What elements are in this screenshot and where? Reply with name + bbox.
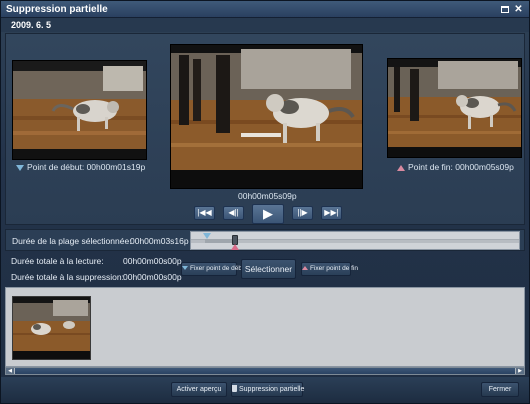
- transport-controls: |◀◀ ◀|| ▶ ||▶ ▶▶|: [194, 204, 344, 224]
- maximize-button[interactable]: [499, 4, 510, 15]
- scroll-right-icon: ▶: [518, 368, 522, 374]
- skip-to-start-button[interactable]: |◀◀: [194, 206, 215, 220]
- set-end-point-label: Fixer point de fin: [310, 265, 359, 272]
- skip-to-end-icon: ▶▶|: [324, 208, 339, 217]
- start-point-frame: [12, 60, 147, 160]
- horizontal-scrollbar[interactable]: ◀ ▶: [5, 367, 525, 375]
- play-icon: ▶: [263, 206, 273, 221]
- skip-to-end-button[interactable]: ▶▶|: [321, 206, 342, 220]
- selection-thumbnail[interactable]: [12, 296, 91, 360]
- end-marker-icon[interactable]: [231, 244, 239, 250]
- trash-icon: [232, 385, 237, 392]
- set-end-point-button[interactable]: Fixer point de fin: [301, 262, 358, 276]
- start-point-time: 00h00m01s19p: [86, 162, 146, 172]
- end-marker-icon: [397, 164, 405, 171]
- scroll-left-icon: ◀: [8, 368, 12, 374]
- partial-delete-window: Suppression partielle ✕ 2009. 6. 5 Point…: [0, 0, 530, 404]
- title-bar: Suppression partielle ✕: [1, 1, 529, 18]
- recording-date: 2009. 6. 5: [11, 20, 52, 30]
- main-preview-frame: [170, 44, 363, 189]
- timeline-track: [191, 239, 519, 243]
- date-bar: 2009. 6. 5: [1, 18, 529, 32]
- frame-forward-button[interactable]: ||▶: [292, 206, 313, 220]
- totals-panel: Durée totale à la lecture: 00h00m00s00p …: [5, 253, 525, 285]
- play-button[interactable]: ▶: [252, 204, 284, 224]
- start-marker-icon: [16, 164, 24, 171]
- end-point-frame: [387, 58, 522, 158]
- end-point-time: 00h00m05s09p: [455, 162, 514, 172]
- scroll-right-button[interactable]: ▶: [516, 368, 524, 374]
- selection-list: [5, 287, 525, 367]
- frame-forward-icon: ||▶: [297, 208, 308, 217]
- maximize-icon: [500, 6, 509, 13]
- partial-delete-label: Suppression partielle: [239, 386, 305, 393]
- deletion-total-value: 00h00m00s00p: [123, 272, 182, 282]
- partial-delete-button[interactable]: Suppression partielle: [231, 382, 305, 397]
- frame-back-icon: ◀||: [228, 208, 239, 217]
- start-point-text: Point de début:: [27, 162, 85, 172]
- frame-back-button[interactable]: ◀||: [223, 206, 244, 220]
- deletion-total-label: Durée totale à la suppression:: [11, 272, 124, 282]
- playback-total-value: 00h00m00s00p: [123, 256, 182, 266]
- close-window-button[interactable]: ✕: [513, 4, 524, 15]
- set-start-point-button[interactable]: Fixer point de début: [181, 262, 247, 276]
- set-start-point-label: Fixer point de début: [190, 265, 248, 272]
- skip-to-start-icon: |◀◀: [197, 208, 212, 217]
- range-duration-value: 00h00m03s16p: [130, 236, 189, 246]
- end-point-label: Point de fin: 00h00m05s09p: [397, 162, 514, 172]
- end-marker-icon: [302, 266, 308, 271]
- scroll-left-button[interactable]: ◀: [6, 368, 14, 374]
- range-bar: Durée de la plage sélectionnée: 00h00m03…: [5, 229, 525, 251]
- start-marker-icon: [182, 266, 188, 271]
- close-button[interactable]: Fermer: [481, 382, 519, 397]
- preview-panel: Point de début: 00h00m01s19p 00h00m05s09…: [5, 33, 525, 225]
- window-title: Suppression partielle: [6, 4, 108, 15]
- range-duration-label: Durée de la plage sélectionnée:: [12, 236, 132, 246]
- start-point-label: Point de début: 00h00m01s19p: [16, 162, 145, 172]
- start-marker-icon[interactable]: [203, 233, 211, 239]
- timeline-slider[interactable]: [190, 231, 520, 250]
- end-point-text: Point de fin:: [408, 162, 453, 172]
- select-button[interactable]: Sélectionner: [241, 259, 296, 279]
- close-icon: ✕: [514, 4, 523, 15]
- bottom-bar: Activer aperçu Suppression partielle Fer…: [1, 377, 529, 403]
- activate-preview-button[interactable]: Activer aperçu: [171, 382, 227, 397]
- playback-total-label: Durée totale à la lecture:: [11, 256, 104, 266]
- scrollbar-thumb[interactable]: [15, 368, 515, 374]
- current-time: 00h00m05s09p: [238, 191, 297, 201]
